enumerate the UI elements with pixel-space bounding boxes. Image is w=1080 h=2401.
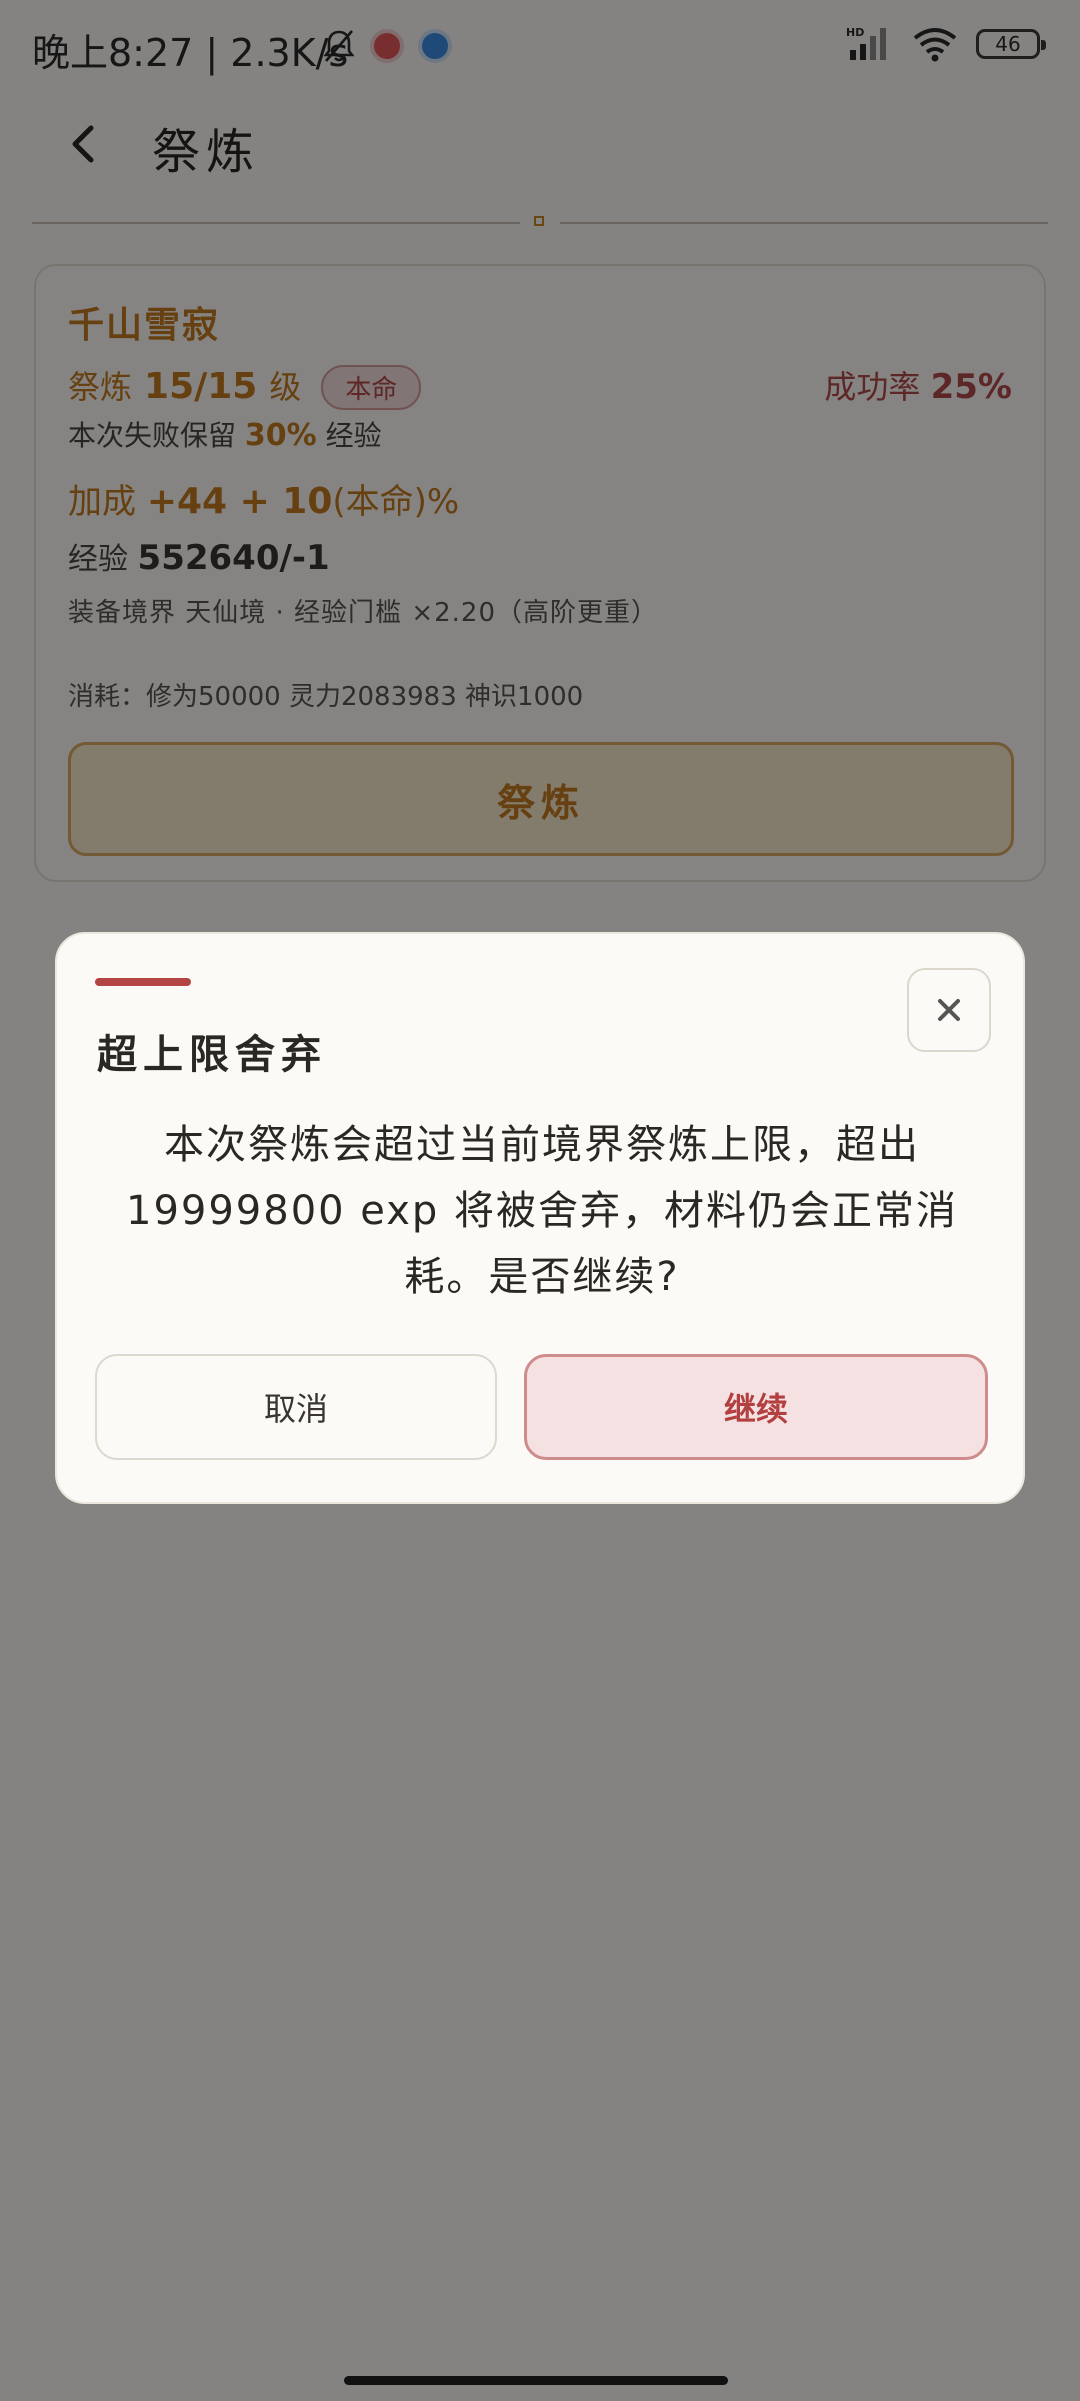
- close-icon: [938, 999, 960, 1021]
- dialog-title: 超上限舍弃: [97, 1032, 327, 1078]
- home-indicator[interactable]: [344, 2376, 728, 2385]
- overflow-confirm-dialog: 超上限舍弃 本次祭炼会超过当前境界祭炼上限，超出 19999800 exp 将被…: [55, 932, 1025, 1504]
- dialog-accent-bar: [95, 978, 191, 986]
- dialog-close-button[interactable]: [907, 968, 991, 1052]
- continue-button[interactable]: 继续: [524, 1354, 988, 1460]
- dialog-message: 本次祭炼会超过当前境界祭炼上限，超出 19999800 exp 将被舍弃，材料仍…: [126, 1122, 958, 1300]
- cancel-button[interactable]: 取消: [95, 1354, 497, 1460]
